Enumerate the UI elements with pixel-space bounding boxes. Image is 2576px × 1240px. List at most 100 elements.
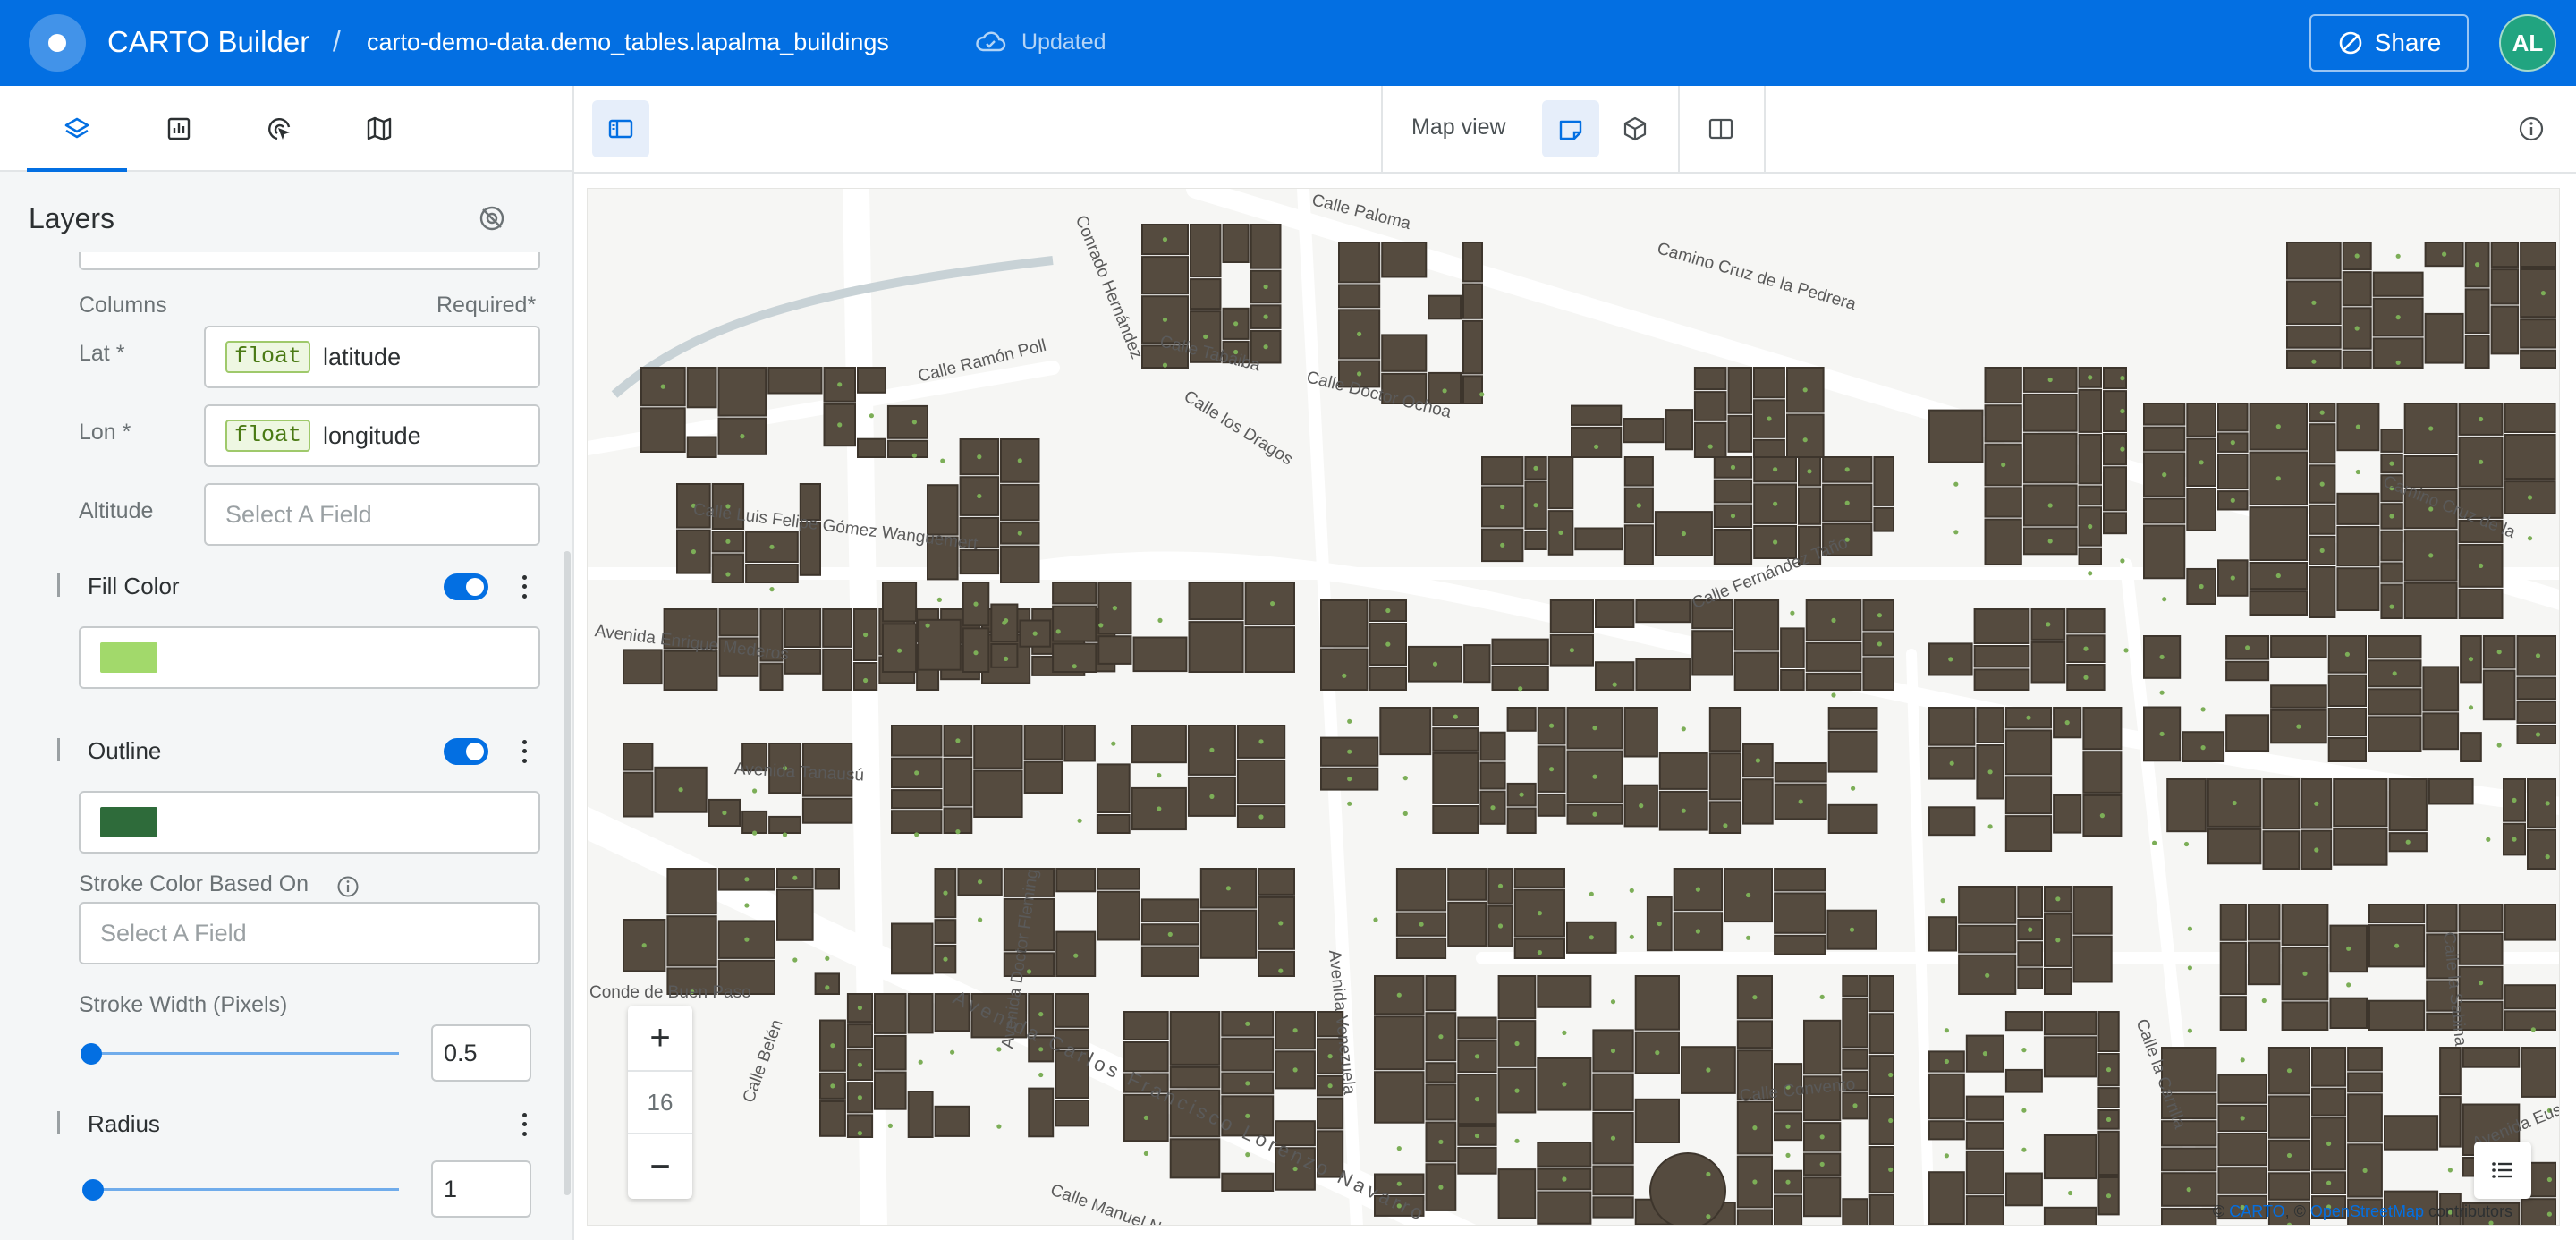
map-canvas[interactable]: Calle Paloma Camino Cruz de la Pedrera C… [587,188,2560,1226]
building-footprint [1462,319,1483,375]
radius-input[interactable]: 1 [431,1160,531,1218]
point-marker [857,1131,862,1136]
tab-basemap[interactable] [356,106,402,152]
point-marker [1357,331,1362,336]
share-button-label: Share [2374,29,2442,56]
interactions-icon [268,118,291,140]
building-footprint [1513,938,1565,959]
map-info-button[interactable] [2503,100,2560,157]
radius-slider-track[interactable] [91,1188,399,1191]
building-footprint [2217,453,2249,490]
building-footprint [2078,485,2102,506]
building-footprint [2504,904,2557,941]
tab-interactions[interactable] [256,106,302,152]
building-footprint [2327,674,2367,708]
user-avatar[interactable]: AL [2499,14,2556,72]
legend-button[interactable] [2474,1142,2531,1199]
building-footprint [962,627,990,673]
building-footprint [711,553,745,583]
stroke-width-slider-thumb[interactable] [80,1043,102,1065]
point-marker [1347,749,1352,754]
point-marker [1347,801,1352,806]
point-marker [1278,968,1284,973]
fill-color-menu-icon[interactable] [517,573,531,601]
point-marker [1639,803,1644,809]
fill-color-toggle[interactable] [444,573,488,600]
building-footprint [2103,512,2127,535]
point-marker [1537,911,1542,916]
carto-attribution-link[interactable]: CARTO [2229,1202,2284,1220]
lon-field[interactable]: float longitude [204,404,540,467]
building-footprint [2004,1011,2043,1032]
point-marker [1327,1054,1333,1059]
info-icon[interactable] [336,875,360,898]
point-marker [1730,464,1736,470]
stroke-width-slider-track[interactable] [91,1052,399,1055]
panel-tabs [0,86,572,172]
building-footprint [2460,732,2482,762]
building-footprint [1658,752,1708,790]
building-footprint [2384,1115,2439,1151]
dataset-name[interactable]: carto-demo-data.demo_tables.lapalma_buil… [367,29,889,56]
point-marker [1402,811,1408,817]
split-view-button[interactable] [1692,100,1750,157]
carto-logo-icon[interactable] [29,14,86,72]
point-marker [1888,1117,1894,1124]
point-marker [1746,892,1751,898]
outline-color-picker[interactable] [79,791,540,854]
building-footprint [2217,1167,2267,1194]
building-footprint [1462,283,1483,319]
building-footprint [2380,583,2403,619]
zoom-in-button[interactable]: + [628,1006,692,1070]
building-footprint [1457,1016,1497,1040]
building-footprint [2342,350,2372,369]
radius-menu-icon[interactable] [517,1110,531,1139]
building-footprint [2286,326,2342,349]
stroke-width-input[interactable]: 0.5 [431,1024,531,1082]
building-footprint [2004,729,2053,776]
building-footprint [2516,701,2556,724]
point-marker [1706,1171,1711,1177]
building-footprint [891,810,943,835]
osm-attribution-link[interactable]: OpenStreetMap [2310,1202,2424,1220]
radius-slider-thumb[interactable] [82,1179,104,1201]
fill-color-picker[interactable] [79,626,540,689]
toggle-panel-button[interactable] [592,100,649,157]
outline-menu-icon[interactable] [517,737,531,766]
building-footprint [2368,904,2426,924]
altitude-select[interactable]: Select A Field [204,483,540,546]
point-marker [863,632,869,638]
point-marker [2200,745,2206,751]
point-marker [2240,1116,2245,1121]
point-marker [2088,571,2093,576]
point-marker [2159,731,2165,737]
point-marker [2162,472,2167,478]
stroke-color-select[interactable]: Select A Field [79,902,540,964]
building-footprint [1965,1150,2004,1195]
building-footprint [1374,1071,1425,1124]
building-footprint [857,437,886,459]
panel-scrollbar[interactable] [564,551,571,1195]
lat-field[interactable]: float latitude [204,326,540,388]
building-footprint [1379,707,1432,756]
link-icon[interactable] [476,202,508,234]
point-marker [2021,1147,2027,1152]
zoom-out-button[interactable]: − [628,1134,692,1199]
building-footprint [2262,778,2301,830]
building-footprint [1984,518,2022,566]
building-footprint [2336,525,2380,567]
point-marker [2527,536,2533,541]
point-marker [2230,440,2235,446]
tab-widgets[interactable] [156,106,202,152]
point-marker [2275,424,2281,429]
3d-view-button[interactable] [1606,100,1664,157]
2d-view-button[interactable] [1542,100,1599,157]
building-footprint [1537,1142,1592,1168]
tab-layers[interactable] [27,106,127,172]
outline-toggle[interactable] [444,738,488,765]
point-marker [1562,1176,1567,1182]
point-marker [1562,1030,1567,1035]
share-button[interactable]: Share [2309,14,2469,72]
building-footprint [2004,776,2053,815]
point-marker [1162,362,1168,368]
